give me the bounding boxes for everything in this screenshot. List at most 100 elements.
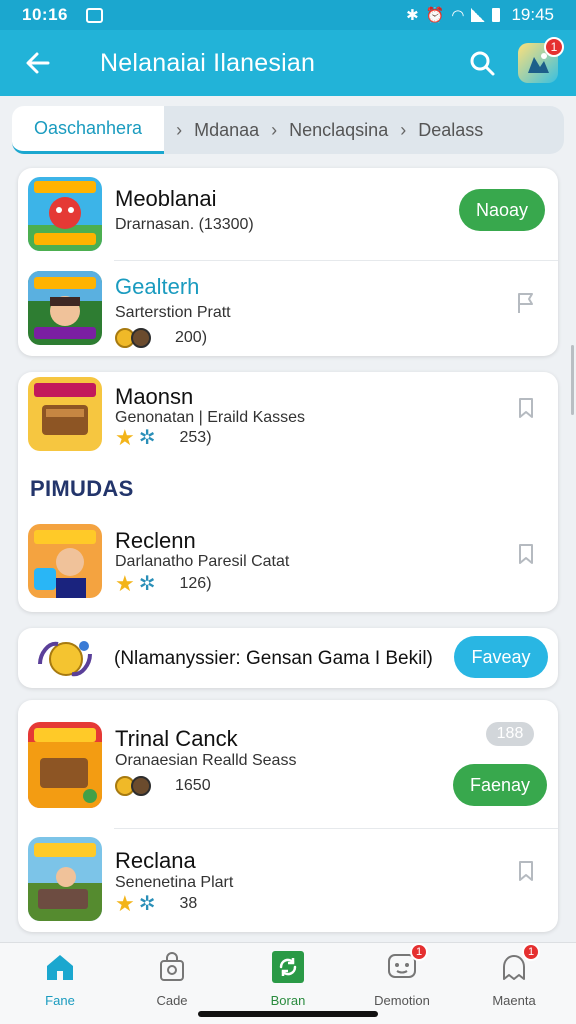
tab-mdanaa[interactable]: Mdanaa: [194, 106, 259, 154]
battery-icon: [492, 8, 501, 22]
item-subtitle: Drarnasan. (13300): [115, 216, 254, 233]
promo-banner[interactable]: (Nlamanyssier: Gensan Gama I Bekil) Fave…: [18, 628, 558, 688]
item-count: 253): [179, 429, 212, 446]
flag-icon[interactable]: [514, 291, 538, 315]
chevron-right-icon: ›: [176, 119, 183, 140]
game-thumbnail: [28, 524, 102, 598]
puzzle-icon: 1: [498, 943, 540, 983]
chevron-right-icon: ›: [271, 119, 278, 140]
chevron-right-icon: ›: [400, 119, 407, 140]
nav-label: Demotion: [374, 993, 430, 1008]
profile-avatar-button[interactable]: 1: [518, 37, 564, 83]
item-meta: 200): [115, 328, 207, 348]
badge-icon: [131, 776, 151, 796]
refresh-icon: [272, 951, 304, 983]
nav-item-maenta[interactable]: 1 Maenta: [459, 943, 569, 1011]
search-icon: [470, 51, 495, 76]
item-meta: 1650: [115, 776, 211, 796]
bookmark-icon[interactable]: [514, 859, 538, 883]
bookmark-icon[interactable]: [514, 396, 538, 420]
app-bar: Nelanaiai Ilanesian 1: [0, 30, 576, 96]
item-title: Meoblanai: [115, 186, 217, 211]
count-badge: 188: [486, 722, 534, 746]
arrow-left-icon: [26, 52, 50, 74]
search-button[interactable]: [462, 43, 502, 83]
item-count: 1650: [175, 777, 211, 794]
status-clock: 19:45: [511, 5, 554, 24]
nav-item-home[interactable]: Fane: [5, 951, 115, 1011]
tab-nenclaqsina[interactable]: Nenclaqsina: [289, 106, 388, 154]
nav-item-demotion[interactable]: 1 Demotion: [347, 943, 457, 1011]
breadcrumb-tabs: Oaschanhera › Mdanaa › Nenclaqsina › Dea…: [12, 106, 564, 154]
list-item[interactable]: Gealterh Sarterstion Pratt 200): [18, 261, 558, 356]
item-meta: ★ ✲ 253): [115, 425, 212, 450]
item-count: 38: [179, 895, 198, 912]
game-thumbnail: [28, 271, 102, 345]
list-item[interactable]: Reclana Senenetina Plart ★ ✲ 38: [18, 829, 558, 932]
play-button[interactable]: Faenay: [453, 764, 547, 806]
star-icon: ★: [115, 571, 135, 596]
nav-item-cade[interactable]: Cade: [117, 951, 227, 1011]
item-subtitle: Senenetina Plart: [115, 874, 234, 891]
tab-oaschanhera[interactable]: Oaschanhera: [12, 106, 165, 154]
badge-icon: [131, 328, 151, 348]
promo-text: (Nlamanyssier: Gensan Gama I Bekil): [114, 648, 433, 669]
promo-button[interactable]: Faveay: [454, 636, 548, 678]
status-time: 10:16: [22, 5, 68, 24]
item-meta: ★ ✲ 126): [115, 571, 212, 596]
game-thumbnail: [28, 722, 102, 808]
item-subtitle: Sarterstion Pratt: [115, 304, 231, 321]
bluetooth-icon: ✱: [406, 7, 419, 24]
app-notification-icon: [85, 7, 103, 23]
game-thumbnail: [28, 377, 102, 451]
game-card: Meoblanai Drarnasan. (13300) Naoay Gealt…: [18, 168, 558, 356]
item-title: Trinal Canck: [115, 726, 238, 751]
home-icon: [44, 951, 76, 983]
item-title: Reclana: [115, 848, 196, 873]
list-item[interactable]: Meoblanai Drarnasan. (13300) Naoay: [18, 168, 558, 260]
item-subtitle: Darlanatho Paresil Catat: [115, 553, 290, 570]
play-button[interactable]: Naoay: [459, 189, 545, 231]
tab-dealass[interactable]: Dealass: [418, 106, 483, 154]
scrollbar[interactable]: [571, 345, 574, 415]
game-card: Trinal Canck Oranaesian Realld Seass 165…: [18, 700, 558, 932]
list-item[interactable]: Trinal Canck Oranaesian Realld Seass 165…: [18, 700, 558, 828]
item-count: 200): [175, 329, 208, 346]
item-meta: ★ ✲ 38: [115, 891, 198, 916]
home-indicator[interactable]: [198, 1011, 378, 1017]
item-subtitle: Genonatan | Eraild Kasses: [115, 409, 306, 426]
star-icon: ★: [115, 425, 135, 450]
item-title: Gealterh: [115, 274, 200, 299]
back-button[interactable]: [18, 43, 58, 83]
gear-icon: ✲: [138, 893, 156, 915]
chat-face-icon: 1: [386, 943, 428, 983]
signal-icon: [471, 8, 486, 22]
item-title: Maonsn: [115, 384, 194, 409]
item-title: Reclenn: [115, 528, 196, 553]
star-icon: ★: [115, 891, 135, 916]
status-bar: 10:16 ✱ ⏰ ◠ 19:45: [0, 0, 576, 30]
nav-label: Maenta: [492, 993, 536, 1008]
bookmark-icon[interactable]: [514, 542, 538, 566]
nav-item-boran[interactable]: Boran: [233, 951, 343, 1011]
gear-icon: ✲: [138, 427, 156, 449]
game-thumbnail: [28, 177, 102, 251]
alarm-icon: ⏰: [425, 7, 445, 24]
list-item[interactable]: Reclenn Darlanatho Paresil Catat ★ ✲ 126…: [18, 516, 558, 612]
wifi-icon: ◠: [451, 7, 465, 24]
status-icons: ✱ ⏰ ◠ 19:45: [406, 5, 554, 25]
coin-key-icon: [38, 641, 92, 677]
section-heading: PIMUDAS: [30, 476, 134, 501]
nav-label: Cade: [156, 993, 188, 1008]
nav-badge: 1: [410, 943, 428, 961]
game-thumbnail: [28, 837, 102, 921]
list-item[interactable]: Maonsn Genonatan | Eraild Kasses ★ ✲ 253…: [18, 372, 558, 464]
item-subtitle: Oranaesian Realld Seass: [115, 752, 297, 769]
gear-icon: ✲: [138, 573, 156, 595]
notification-badge: 1: [544, 37, 564, 57]
item-count: 126): [179, 575, 212, 592]
nav-label: Boran: [270, 993, 306, 1008]
nav-label: Fane: [45, 993, 75, 1008]
game-card: Maonsn Genonatan | Eraild Kasses ★ ✲ 253…: [18, 372, 558, 612]
nav-badge: 1: [522, 943, 540, 961]
